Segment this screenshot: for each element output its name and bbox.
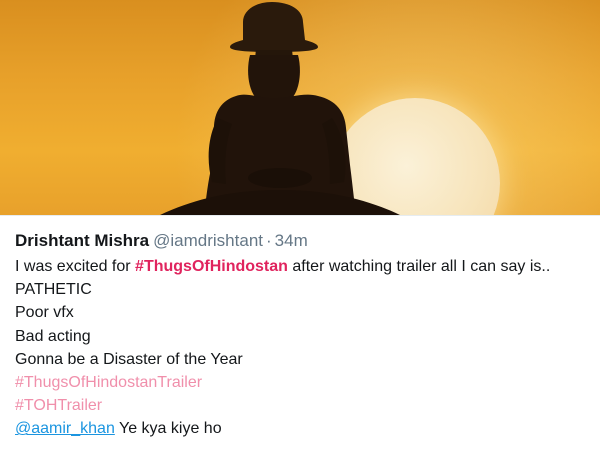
tweet-text: I was excited for #ThugsOfHindostan afte… [15, 255, 595, 441]
hashtag-thugsofhindostan[interactable]: #ThugsOfHindostan [135, 258, 288, 275]
hands-silhouette [248, 168, 312, 188]
hair-silhouette [248, 55, 300, 100]
mention-aamir-khan[interactable]: @aamir_khan [15, 420, 115, 437]
header-separator: · [266, 231, 272, 250]
tweet-card: Drishtant Mishra @iamdrishtant · 34m I was … [0, 215, 600, 451]
tweet-line-7: #TOHTrailer [15, 394, 595, 417]
tweet-line-8: @aamir_khan Ye kya kiye ho [15, 417, 595, 440]
tweet-header: Drishtant Mishra @iamdrishtant · 34m [15, 230, 308, 252]
tweet-media-image[interactable] [0, 0, 600, 215]
tweet-line-2: PATHETIC [15, 281, 92, 299]
mention-suffix: Ye kya kiye ho [114, 420, 222, 438]
tweet-line-1: I was excited for #ThugsOfHindostan afte… [15, 255, 595, 278]
author-display-name[interactable]: Drishtant Mishra [15, 231, 149, 250]
tweet-line-5: Gonna be a Disaster of the Year [15, 350, 243, 368]
tweet-timestamp[interactable]: 34m [275, 231, 308, 250]
author-handle[interactable]: @iamdrishtant [153, 231, 263, 250]
tweet-line-6: #ThugsOfHindostanTrailer [15, 371, 595, 394]
ground-silhouette [160, 190, 400, 215]
tweet-line-3: Poor vfx [15, 304, 74, 322]
line1-prefix: I was excited for [15, 258, 136, 275]
line1-suffix: after watching trailer all I can say is.… [287, 258, 551, 275]
tweet-line-4: Bad acting [15, 327, 91, 345]
hat-silhouette [230, 2, 318, 52]
silhouette-figure [160, 2, 400, 215]
hashtag-thugsofhindostantrailer[interactable]: #ThugsOfHindostanTrailer [15, 374, 202, 391]
hashtag-tohtrailer[interactable]: #TOHTrailer [15, 397, 102, 414]
